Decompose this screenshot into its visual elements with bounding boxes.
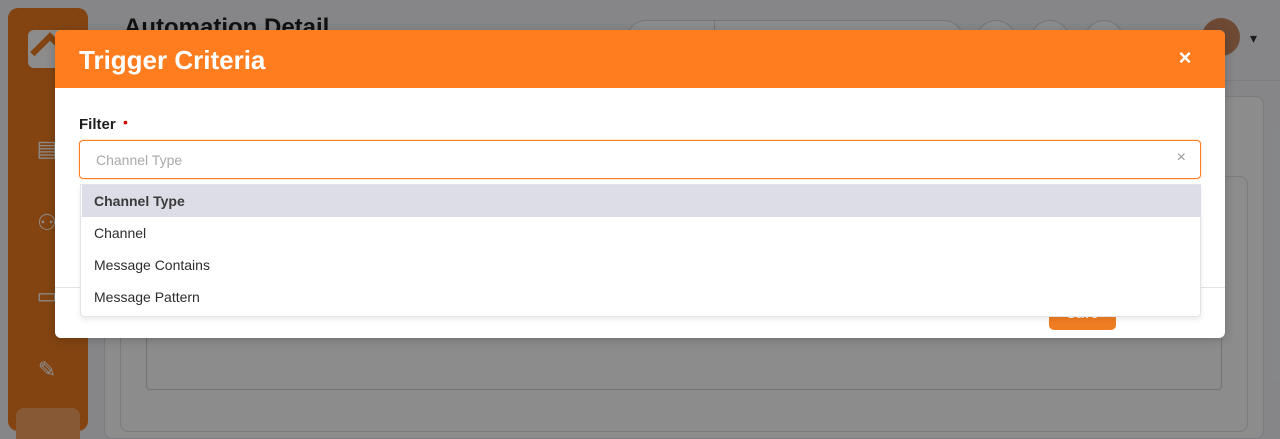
- filter-dropdown-list: Channel Type Channel Message Contains Me…: [80, 184, 1201, 317]
- close-icon[interactable]: ×: [1175, 44, 1195, 72]
- filter-option-channel[interactable]: Channel: [82, 217, 1201, 249]
- filter-select[interactable]: Channel Type ×: [79, 140, 1201, 179]
- filter-select-placeholder: Channel Type: [96, 152, 183, 168]
- filter-option-message-contains[interactable]: Message Contains: [82, 249, 1201, 281]
- clear-icon[interactable]: ×: [1177, 149, 1186, 167]
- filter-option-message-pattern[interactable]: Message Pattern: [82, 281, 1201, 313]
- filter-label: Filter: [79, 116, 116, 133]
- modal-title: Trigger Criteria: [79, 45, 266, 75]
- filter-option-channel-type[interactable]: Channel Type: [82, 185, 1201, 217]
- modal-header: Trigger Criteria ×: [55, 30, 1225, 88]
- required-indicator: •: [123, 114, 128, 130]
